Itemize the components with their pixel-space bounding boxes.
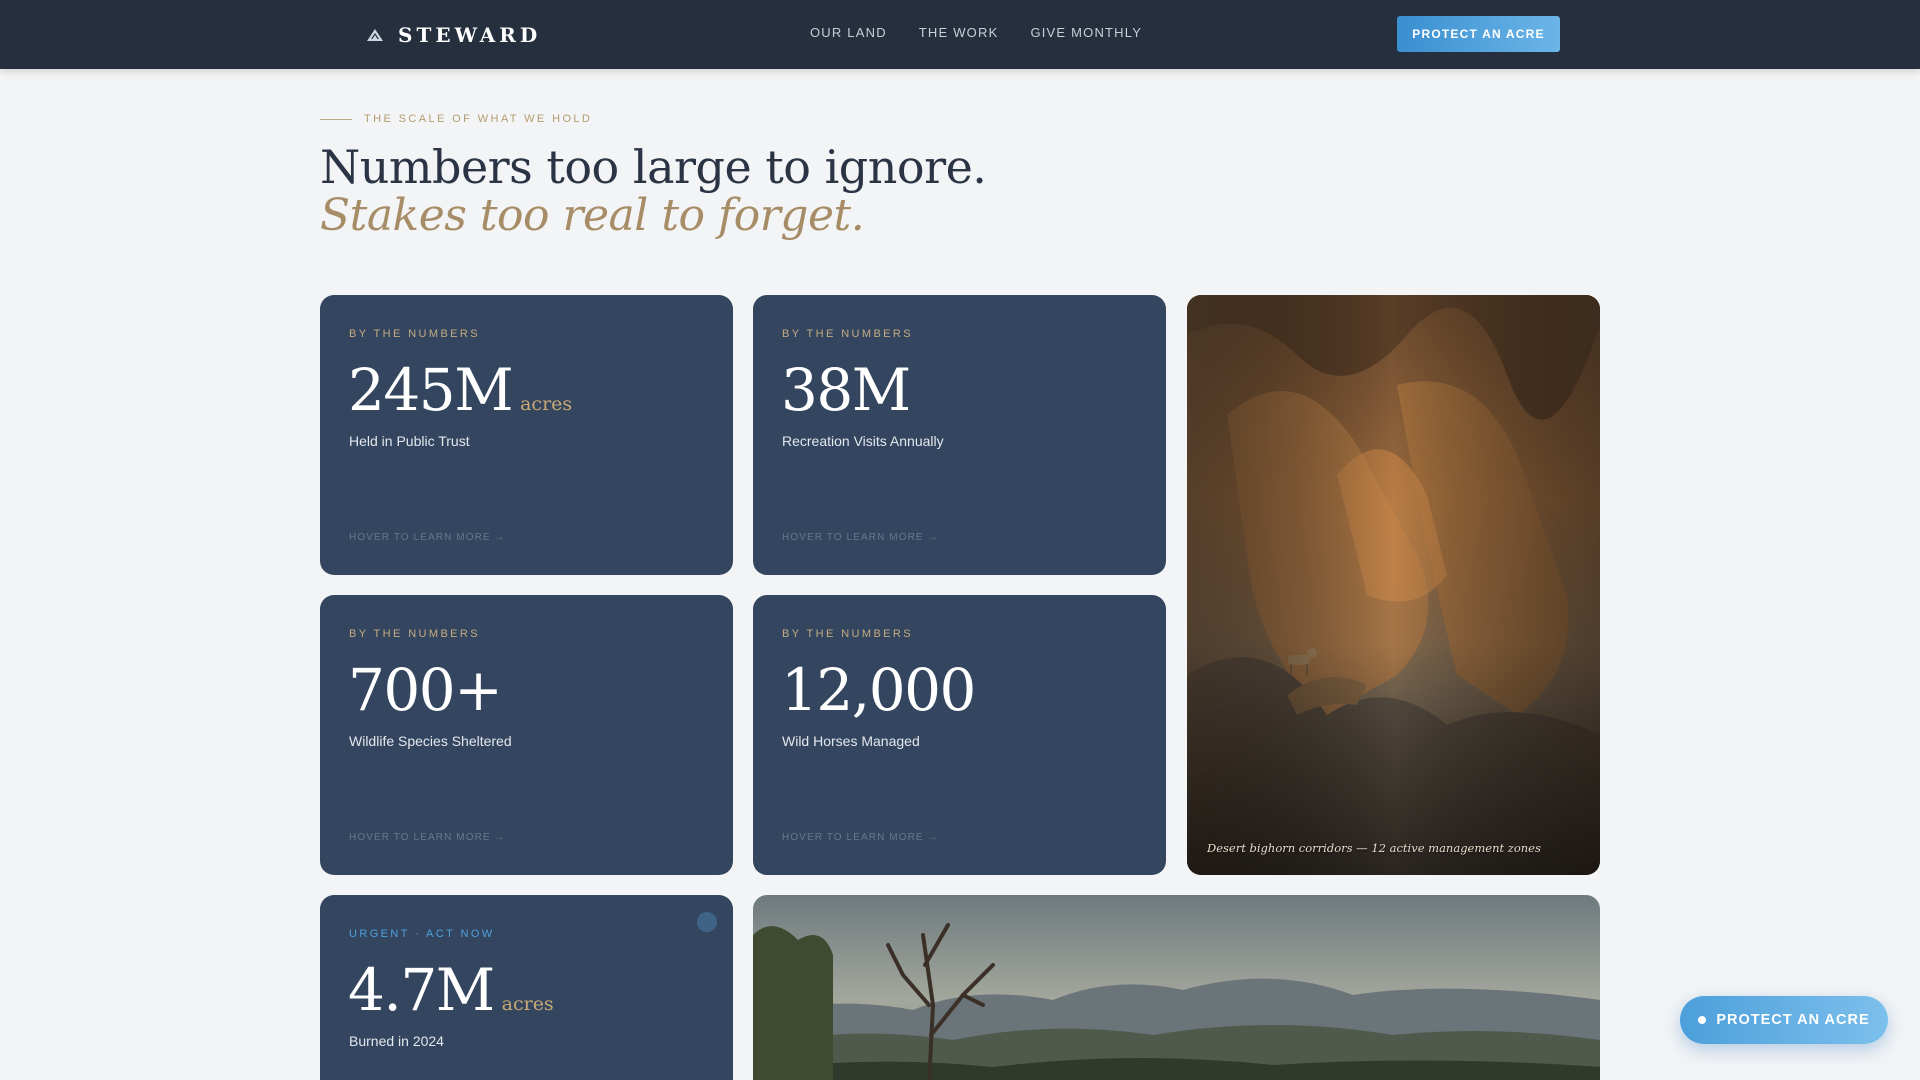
card-unit: acres: [520, 393, 573, 415]
card-label: Wildlife Species Sheltered: [349, 733, 512, 749]
nav-link-our-land[interactable]: OUR LAND: [810, 25, 887, 40]
card-hint: HOVER TO LEARN MORE →: [782, 532, 939, 543]
card-value: 38M: [781, 356, 911, 424]
stat-card-wildlife-species[interactable]: BY THE NUMBERS 700+ Wildlife Species She…: [320, 595, 733, 875]
card-stat: 12,000: [781, 653, 976, 727]
landscape-photo: [753, 895, 1600, 1080]
floating-cta-label: PROTECT AN ACRE: [1716, 1012, 1870, 1028]
card-kicker: BY THE NUMBERS: [782, 628, 913, 640]
eyebrow-divider: [320, 118, 352, 120]
card-kicker: URGENT · ACT NOW: [349, 928, 495, 940]
mountain-icon: [366, 28, 384, 42]
page-subtitle: Stakes too real to forget.: [320, 190, 865, 241]
card-hint: HOVER TO LEARN MORE →: [782, 832, 939, 843]
nav-link-the-work[interactable]: THE WORK: [919, 25, 999, 40]
section-eyebrow: THE SCALE OF WHAT WE HOLD: [320, 113, 592, 125]
brand-logo[interactable]: STEWARD: [366, 20, 541, 50]
floating-protect-acre-button[interactable]: PROTECT AN ACRE: [1680, 996, 1888, 1044]
card-label: Wild Horses Managed: [782, 733, 920, 749]
landscape-image: [753, 895, 1600, 1080]
card-label: Held in Public Trust: [349, 433, 470, 449]
card-hint: HOVER TO LEARN MORE →: [349, 532, 506, 543]
card-kicker: BY THE NUMBERS: [782, 328, 913, 340]
card-stat: 38M: [781, 353, 911, 427]
card-stat: 700+: [348, 653, 503, 727]
canyon-image: [1187, 295, 1600, 875]
stat-card-recreation-visits[interactable]: BY THE NUMBERS 38M Recreation Visits Ann…: [753, 295, 1166, 575]
card-kicker: BY THE NUMBERS: [349, 328, 480, 340]
card-label: Burned in 2024: [349, 1033, 444, 1049]
stat-card-acres-held[interactable]: BY THE NUMBERS 245M acres Held in Public…: [320, 295, 733, 575]
card-value: 700+: [348, 656, 503, 724]
card-hint: HOVER TO LEARN MORE →: [349, 832, 506, 843]
dot-icon: [1698, 1016, 1707, 1024]
nav-link-give-monthly[interactable]: GIVE MONTHLY: [1030, 25, 1142, 40]
page-title: Numbers too large to ignore.: [320, 140, 987, 194]
card-value: 245M: [348, 356, 514, 424]
protect-acre-button[interactable]: PROTECT AN ACRE: [1397, 16, 1560, 52]
eyebrow-text: THE SCALE OF WHAT WE HOLD: [364, 113, 593, 125]
pulse-indicator: [697, 912, 717, 932]
brand-name: STEWARD: [398, 23, 542, 47]
canyon-photo: Desert bighorn corridors — 12 active man…: [1187, 295, 1600, 875]
card-kicker: BY THE NUMBERS: [349, 628, 480, 640]
photo-caption: Desert bighorn corridors — 12 active man…: [1207, 841, 1541, 855]
top-navbar: STEWARD OUR LAND THE WORK GIVE MONTHLY P…: [0, 0, 1920, 69]
stat-card-burned-acres[interactable]: URGENT · ACT NOW 4.7M acres Burned in 20…: [320, 895, 733, 1080]
nav-links: OUR LAND THE WORK GIVE MONTHLY: [810, 25, 1142, 40]
card-label: Recreation Visits Annually: [782, 433, 944, 449]
card-unit: acres: [501, 993, 554, 1015]
card-value: 4.7M: [348, 956, 495, 1024]
card-stat: 4.7M acres: [348, 953, 554, 1027]
card-value: 12,000: [781, 656, 976, 724]
stat-card-wild-horses[interactable]: BY THE NUMBERS 12,000 Wild Horses Manage…: [753, 595, 1166, 875]
card-stat: 245M acres: [348, 353, 572, 427]
